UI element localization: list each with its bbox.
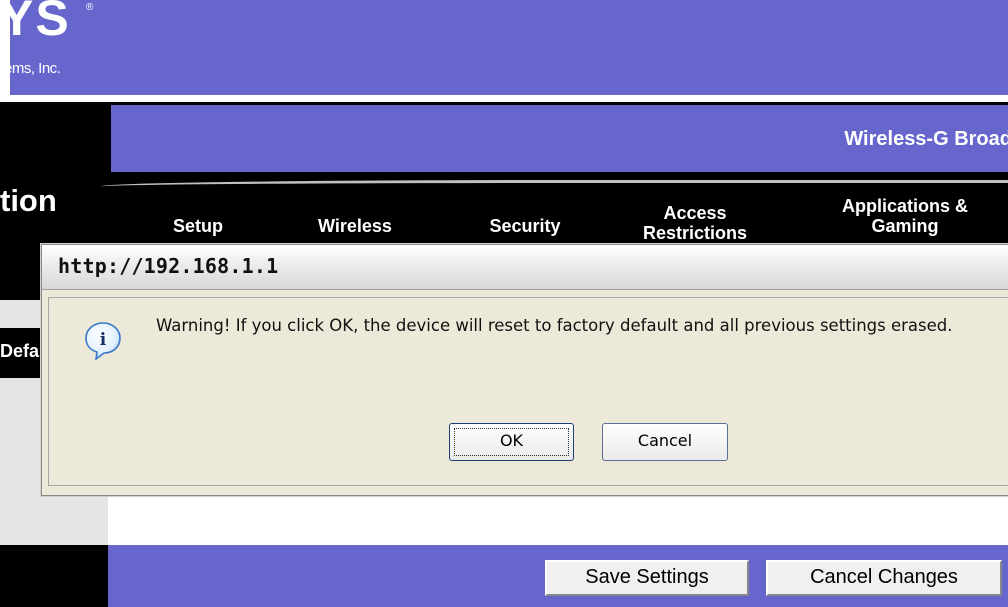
svg-text:i: i bbox=[100, 330, 107, 350]
save-settings-button[interactable]: Save Settings bbox=[545, 560, 749, 596]
tab-security[interactable]: Security bbox=[470, 216, 580, 236]
product-name: Wireless-G Broad bbox=[844, 128, 1008, 150]
tab-wireless[interactable]: Wireless bbox=[300, 216, 410, 236]
cancel-button-label: Cancel bbox=[637, 431, 693, 450]
dialog-titlebar[interactable]: http://192.168.1.1 bbox=[42, 245, 1008, 290]
brand-logo: YS bbox=[0, 0, 71, 46]
nav-divider bbox=[100, 180, 1008, 193]
section-title: tion bbox=[0, 183, 57, 218]
ok-button[interactable]: OK bbox=[449, 423, 574, 461]
dialog-body: i Warning! If you click OK, the device w… bbox=[48, 297, 1008, 486]
cancel-button[interactable]: Cancel bbox=[602, 423, 728, 461]
alert-dialog: http://192.168.1.1 i Warning! If you cli… bbox=[41, 244, 1008, 496]
tab-applications-gaming[interactable]: Applications & Gaming bbox=[825, 196, 985, 244]
sub-nav-label: Defa bbox=[0, 341, 40, 361]
registered-mark: ® bbox=[86, 2, 94, 13]
brand-header bbox=[10, 0, 1008, 95]
cancel-changes-button[interactable]: Cancel Changes bbox=[766, 560, 1002, 596]
tab-setup[interactable]: Setup bbox=[158, 216, 238, 236]
footer-left bbox=[0, 545, 108, 607]
focus-ring bbox=[454, 428, 569, 456]
info-icon: i bbox=[85, 322, 121, 360]
dialog-title: http://192.168.1.1 bbox=[58, 254, 279, 278]
divider bbox=[0, 95, 1008, 102]
brand-subtitle: ems, Inc. bbox=[4, 60, 61, 77]
dialog-message: Warning! If you click OK, the device wil… bbox=[156, 316, 953, 335]
tab-access-restrictions[interactable]: Access Restrictions bbox=[630, 203, 760, 245]
